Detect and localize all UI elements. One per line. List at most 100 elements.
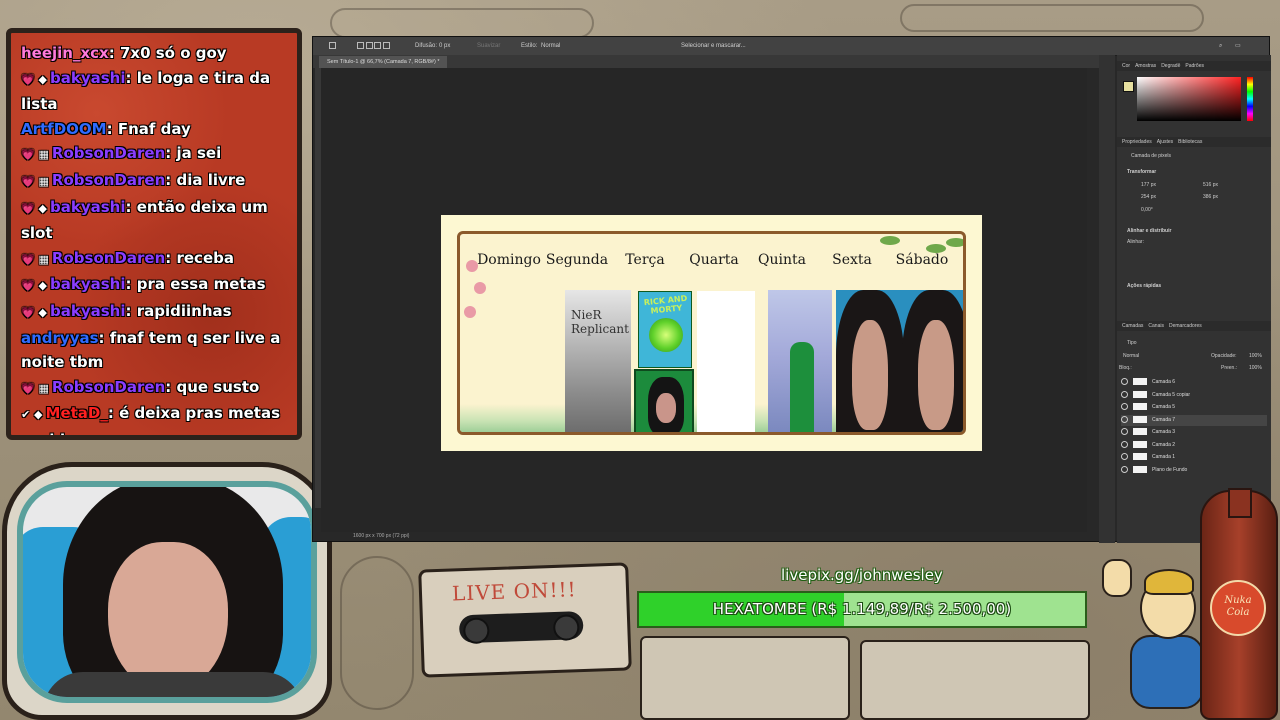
tab-cor[interactable]: Cor xyxy=(1122,63,1130,69)
chat-username[interactable]: RobsonDaren xyxy=(52,144,165,162)
tab-amostras[interactable]: Amostras xyxy=(1135,63,1156,69)
canvas-area[interactable]: Domingo Segunda Terça Quarta Quinta Sext… xyxy=(321,68,1087,532)
properties-panel-tabs[interactable]: Propriedades Ajustes Bibliotecas xyxy=(1117,137,1271,147)
layers-panel-tabs[interactable]: Camadas Canais Demarcadores xyxy=(1117,321,1271,331)
visibility-eye-icon[interactable] xyxy=(1121,403,1128,411)
feather-input[interactable]: 0 px xyxy=(439,37,450,55)
chat-username[interactable]: MetaD_ xyxy=(46,404,108,422)
layer-row[interactable]: Camada 5 xyxy=(1121,402,1267,413)
foreground-color-swatch[interactable] xyxy=(1123,81,1134,92)
tab-propriedades[interactable]: Propriedades xyxy=(1122,139,1152,145)
machine-doodle xyxy=(860,640,1090,720)
leaf-decoration xyxy=(946,238,963,247)
fill-input[interactable]: 100% xyxy=(1249,365,1262,371)
nuka-cola-bottle-neck xyxy=(1228,488,1252,518)
workspace-icon[interactable]: ▭ xyxy=(1235,37,1241,55)
chat-badge-icon: 💗 ◆ xyxy=(21,72,47,86)
quarta-empty-slot[interactable] xyxy=(697,291,755,432)
anime-character xyxy=(790,342,814,432)
chat-username[interactable]: RobsonDaren xyxy=(52,249,165,267)
terca-streamer-photo[interactable] xyxy=(634,369,694,432)
cassette-reel-window xyxy=(458,610,584,645)
visibility-eye-icon[interactable] xyxy=(1121,428,1128,436)
tab-canais[interactable]: Canais xyxy=(1148,323,1164,329)
blossom-decoration xyxy=(474,282,486,294)
live-on-cassette: LIVE ON!!! xyxy=(418,562,632,678)
schedule-document[interactable]: Domingo Segunda Terça Quarta Quinta Sext… xyxy=(441,215,982,451)
visibility-eye-icon[interactable] xyxy=(1121,440,1128,448)
chat-username[interactable]: andryyas xyxy=(21,329,99,347)
search-icon[interactable]: ⌕ xyxy=(1219,37,1222,55)
panel-icon-strip[interactable] xyxy=(1099,55,1115,543)
layer-row[interactable]: Camada 3 xyxy=(1121,427,1267,438)
layer-row[interactable]: Camada 7 xyxy=(1121,414,1267,426)
selection-mode-icons[interactable] xyxy=(357,37,391,55)
select-and-mask-button[interactable]: Selecionar e mascarar... xyxy=(681,37,746,55)
tab-padroes[interactable]: Padrões xyxy=(1185,63,1204,69)
layer-thumbnail xyxy=(1133,390,1147,398)
quick-actions-label[interactable]: Ações rápidas xyxy=(1127,283,1161,289)
layer-kind-filter[interactable]: Tipo xyxy=(1127,340,1137,346)
width-field[interactable]: 177 px xyxy=(1141,182,1156,188)
marquee-tool-icon[interactable] xyxy=(329,37,336,55)
color-picker-field[interactable] xyxy=(1137,77,1241,121)
chat-message: 💗 ◆ bakyashi: rapidiinhas xyxy=(21,301,232,320)
visibility-eye-icon[interactable] xyxy=(1121,465,1128,473)
tab-camadas[interactable]: Camadas xyxy=(1122,323,1143,329)
visibility-eye-icon[interactable] xyxy=(1121,415,1128,423)
chat-username[interactable]: bakyashi xyxy=(50,69,125,87)
layer-row[interactable]: Plano de Fundo xyxy=(1121,465,1267,476)
chat-username[interactable]: bakyashi xyxy=(50,198,125,216)
color-panel-tabs[interactable]: Cor Amostras Degradê Padrões xyxy=(1117,61,1271,71)
vault-boy-mascot xyxy=(1100,555,1210,709)
layer-row[interactable]: Camada 1 xyxy=(1121,452,1267,463)
options-bar: Difusão: 0 px Suavizar Estilo: Normal Se… xyxy=(313,37,1269,56)
background-doodle xyxy=(330,8,594,38)
tab-ajustes[interactable]: Ajustes xyxy=(1157,139,1173,145)
chat-message: 💗 ◆ bakyashi: pra essa metas xyxy=(21,275,266,294)
document-tab[interactable]: Sem Título-1 @ 66,7% (Camada 7, RGB/8#) … xyxy=(319,56,448,68)
visibility-eye-icon[interactable] xyxy=(1121,453,1128,461)
layer-name: Camada 5 copiar xyxy=(1152,391,1191,398)
layer-row[interactable]: Camada 2 xyxy=(1121,440,1267,451)
style-select[interactable]: Normal xyxy=(541,37,560,55)
chat-username[interactable]: bakyashi xyxy=(50,302,125,320)
tab-bibliotecas[interactable]: Bibliotecas xyxy=(1178,139,1202,145)
layer-row[interactable]: Camada 6 xyxy=(1121,377,1267,388)
chat-username[interactable]: ArtfDOOM xyxy=(21,120,107,138)
hue-slider[interactable] xyxy=(1247,77,1253,121)
layer-thumbnail xyxy=(1133,403,1147,411)
anti-alias-checkbox[interactable]: Suavizar xyxy=(477,37,500,55)
segunda-game-image[interactable]: NieR Replicant xyxy=(565,290,631,432)
chat-username[interactable]: RobsonDaren xyxy=(52,378,165,396)
chat-message: heejin_xcx: 7x0 só o goy xyxy=(21,44,227,62)
layer-thumbnail xyxy=(1133,378,1147,386)
x-field[interactable]: 516 px xyxy=(1203,182,1218,188)
livepix-url: livepix.gg/johnwesley xyxy=(781,566,943,584)
visibility-eye-icon[interactable] xyxy=(1121,390,1128,398)
height-field[interactable]: 254 px xyxy=(1141,194,1156,200)
chat-username[interactable]: bakyashi xyxy=(50,275,125,293)
tab-degrade[interactable]: Degradê xyxy=(1161,63,1180,69)
sexta-sabado-streamer-photos[interactable] xyxy=(836,290,963,432)
opacity-input[interactable]: 100% xyxy=(1249,353,1262,359)
chat-text: pra essa metas xyxy=(136,275,266,294)
chat-message: 💗 ▦ RobsonDaren: ja sei xyxy=(21,144,222,163)
y-field[interactable]: 386 px xyxy=(1203,194,1218,200)
layer-row[interactable]: Camada 5 copiar xyxy=(1121,390,1267,401)
align-label: Alinhar: xyxy=(1127,239,1144,245)
terca-rick-and-morty-image[interactable]: RICK AND MORTY xyxy=(638,291,692,368)
quinta-anime-image[interactable] xyxy=(768,290,832,432)
chat-username[interactable]: RobsonDaren xyxy=(52,171,165,189)
tab-demarcadores[interactable]: Demarcadores xyxy=(1169,323,1202,329)
streamer-photo-sexta xyxy=(836,290,904,432)
chat-badge-icon: ✔ ◆ xyxy=(21,408,43,422)
visibility-eye-icon[interactable] xyxy=(1121,378,1128,386)
align-distribute-label: Alinhar e distribuir xyxy=(1127,228,1172,234)
blend-mode-select[interactable]: Normal xyxy=(1123,353,1139,359)
angle-field[interactable]: 0,00° xyxy=(1141,207,1153,213)
nier-title-art: NieR Replicant xyxy=(571,308,629,336)
machine-doodle xyxy=(640,636,850,720)
style-label: Estilo: xyxy=(521,43,538,49)
chat-username[interactable]: heejin_xcx xyxy=(21,44,109,62)
